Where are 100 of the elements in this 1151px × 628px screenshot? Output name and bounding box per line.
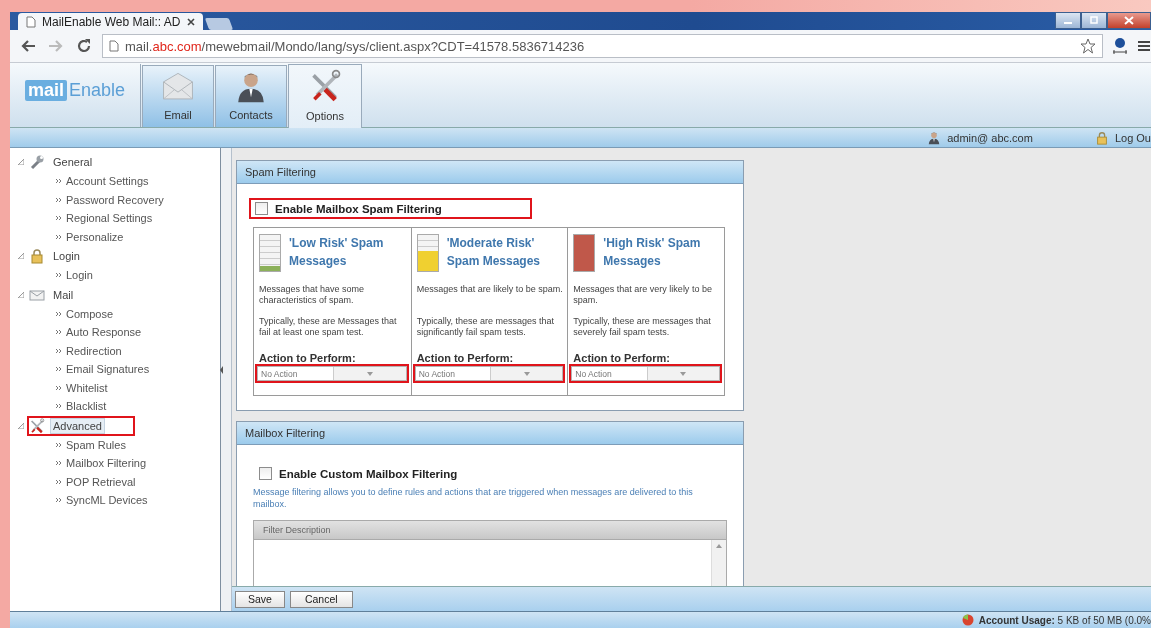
tree-item[interactable]: Whitelist (66, 381, 108, 394)
mailenable-logo: mail Enable (24, 80, 126, 101)
menu-icon[interactable] (1137, 39, 1151, 53)
nav-tab[interactable]: Email (142, 65, 214, 127)
risk-description: Messages that are likely to be spam. (416, 284, 564, 296)
chevron-icon (56, 196, 62, 203)
splitter-handle[interactable] (220, 148, 232, 611)
close-button[interactable] (1107, 12, 1151, 29)
tree-item[interactable]: Regional Settings (66, 212, 153, 225)
action-dropdown[interactable]: No Action (257, 366, 407, 381)
tree-item[interactable]: Password Recovery (66, 193, 164, 206)
checkbox-label: Enable Custom Mailbox Filtering (279, 467, 458, 480)
tree-item[interactable]: Compose (66, 307, 114, 320)
restore-icon (1089, 16, 1099, 25)
tree-item[interactable]: Spam Rules (66, 438, 126, 451)
chevron-icon (56, 460, 62, 467)
action-dropdown[interactable]: No Action (571, 366, 720, 381)
tree-group[interactable]: Advanced (50, 417, 105, 434)
expand-triangle-icon[interactable] (16, 253, 26, 259)
risk-description: Messages that are very likely to be spam. (573, 284, 713, 306)
address-field[interactable]: mail.abc.com/mewebmail/Mondo/lang/sys/client.aspx?CDT=41578.5836714236 (102, 34, 1103, 58)
logout-link[interactable]: Log Ou (1114, 131, 1151, 144)
dropdown-arrow-icon[interactable] (680, 371, 687, 376)
action-dropdown[interactable]: No Action (414, 366, 564, 381)
risk-meter-icon (259, 234, 281, 272)
chevron-icon (56, 403, 62, 410)
page-icon (109, 40, 119, 52)
risk-detail: Typically, these are messages that severely fail spam tests. (573, 316, 712, 338)
lock-icon (1094, 130, 1109, 145)
panel-title: Mailbox Filtering (237, 422, 743, 445)
chevron-icon (56, 366, 62, 373)
chevron-icon (56, 497, 62, 504)
chevron-icon (56, 329, 62, 336)
checkbox[interactable] (259, 467, 272, 480)
minimize-button[interactable] (1055, 12, 1081, 29)
dropdown-arrow-icon[interactable] (366, 371, 373, 376)
tree-group[interactable]: General (50, 154, 96, 170)
tree-item[interactable]: Login (66, 269, 93, 282)
tree-item[interactable]: Blacklist (66, 400, 107, 413)
form-button[interactable]: Cancel (289, 590, 353, 608)
tree-item[interactable]: Auto Response (66, 326, 142, 339)
risk-meter-icon (416, 234, 439, 272)
filter-description-text: Message filtering allows you to define rules and actions that are triggered when messages are delivered to this mailbox. (253, 486, 694, 510)
tree-item[interactable]: POP Retrieval (66, 475, 136, 488)
chevron-icon (56, 178, 62, 185)
scrollbar[interactable] (711, 540, 726, 586)
tree-item[interactable]: SyncML Devices (66, 494, 148, 507)
chevron-icon (56, 215, 62, 222)
tree-group[interactable]: Login (50, 248, 83, 264)
scroll-up-arrow-icon[interactable] (716, 544, 722, 548)
nav-tab[interactable]: Options (288, 64, 362, 128)
action-label: Action to Perform: (573, 352, 671, 364)
lock-icon (29, 248, 45, 264)
user-icon (927, 130, 942, 145)
action-label: Action to Perform: (416, 352, 515, 364)
checkbox-label: Enable Mailbox Spam Filtering (275, 202, 442, 215)
nav-tab[interactable]: Contacts (215, 65, 287, 127)
dropdown-arrow-icon[interactable] (523, 371, 530, 376)
tab-title: MailEnable Web Mail:: AD (42, 14, 181, 29)
browser-tab[interactable]: MailEnable Web Mail:: AD (18, 13, 203, 30)
wrench-icon (29, 154, 45, 170)
risk-title: 'Low Risk' Spam Messages (289, 235, 385, 270)
user-email: admin@ abc.com (947, 131, 1033, 144)
risk-description: Messages that have some characteristics of spam. (259, 284, 366, 306)
chevron-icon (56, 233, 62, 240)
chevron-icon (56, 347, 62, 354)
column-header[interactable]: Filter Description (254, 521, 726, 540)
checkbox[interactable] (255, 202, 268, 215)
close-icon (1124, 16, 1134, 25)
chevron-icon (56, 272, 62, 279)
page-icon (26, 15, 36, 28)
expand-triangle-icon[interactable] (16, 291, 26, 298)
risk-detail: Typically, these are Messages that fail at least one spam test. (259, 316, 398, 338)
tree-item[interactable]: Personalize (66, 230, 124, 243)
risk-title: 'Moderate Risk' Spam Messages (446, 235, 542, 270)
tools-icon (29, 417, 45, 434)
url-text: mail.abc.com/mewebmail/Mondo/lang/sys/client.aspx?CDT=41578.5836714236 (125, 38, 586, 54)
tree-item[interactable]: Redirection (66, 344, 122, 357)
account-usage-text: Account Usage: 5 KB of 50 MB (0.0% (978, 614, 1151, 626)
action-label: Action to Perform: (259, 352, 357, 364)
star-icon[interactable] (1080, 38, 1096, 54)
form-button[interactable]: Save (235, 590, 285, 608)
chevron-icon (56, 441, 62, 448)
expand-triangle-icon[interactable] (16, 159, 26, 165)
panel-title: Spam Filtering (237, 161, 743, 184)
chevron-icon (56, 384, 62, 391)
extension-icon[interactable] (1111, 37, 1129, 55)
tree-group[interactable]: Mail (50, 286, 77, 303)
usage-pie-icon (961, 614, 974, 626)
tree-item[interactable]: Account Settings (66, 175, 149, 188)
new-tab-button[interactable] (204, 18, 233, 30)
tree-item[interactable]: Mailbox Filtering (66, 457, 147, 470)
chevron-icon (56, 478, 62, 485)
tree-item[interactable]: Email Signatures (66, 363, 150, 376)
close-icon[interactable] (186, 17, 195, 26)
risk-meter-icon (573, 234, 596, 272)
chevron-icon (56, 310, 62, 317)
expand-triangle-icon[interactable] (16, 422, 26, 429)
risk-detail: Typically, these are messages that significantly fail spam tests. (416, 316, 556, 338)
restore-button[interactable] (1081, 12, 1107, 29)
